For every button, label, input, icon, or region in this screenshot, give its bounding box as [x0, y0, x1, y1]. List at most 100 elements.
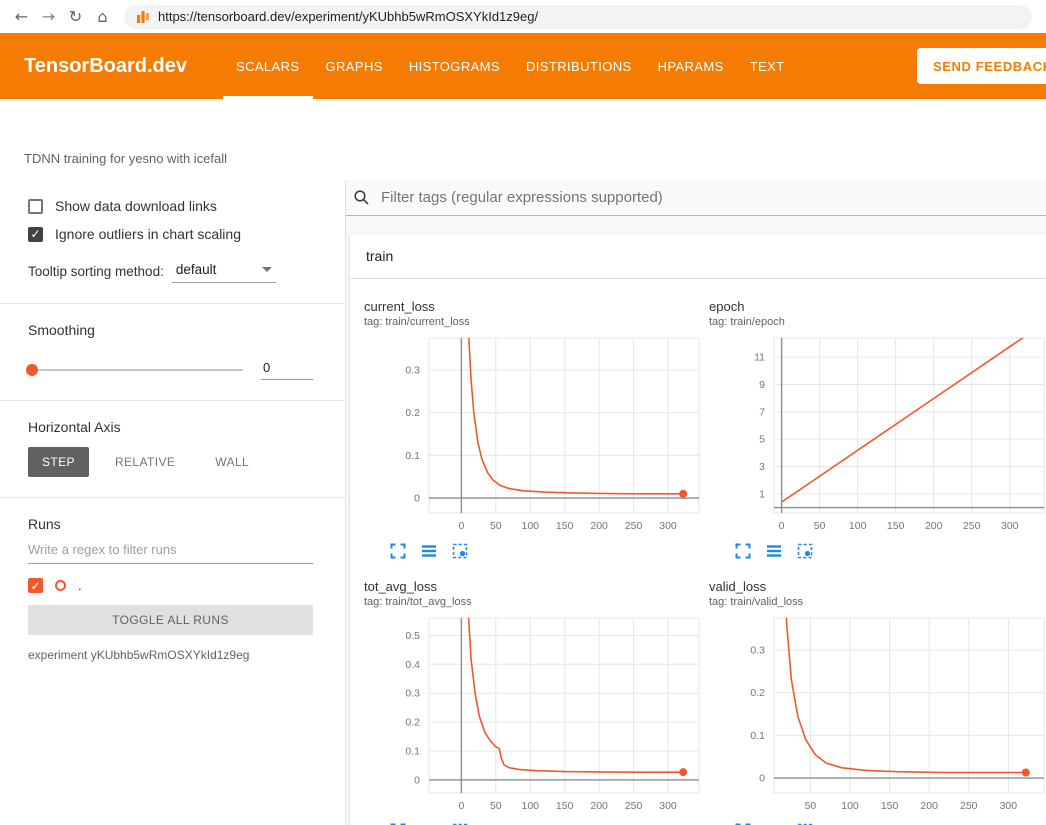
svg-text:100: 100 [849, 520, 867, 532]
run-row[interactable]: ✓ . [28, 578, 313, 593]
expand-chart-icon[interactable] [390, 543, 406, 559]
send-feedback-button[interactable]: SEND FEEDBACK [917, 48, 1046, 84]
svg-text:150: 150 [881, 800, 899, 812]
svg-text:250: 250 [963, 520, 981, 532]
chart-card-tot-avg-loss: tot_avg_loss tag: train/tot_avg_loss 00.… [364, 579, 709, 825]
tab-graphs[interactable]: GRAPHS [313, 33, 396, 99]
svg-text:0.1: 0.1 [750, 730, 765, 742]
runs-label: Runs [28, 516, 313, 532]
svg-text:0.3: 0.3 [405, 688, 420, 700]
checkbox-icon [28, 199, 43, 214]
checkbox-checked-icon: ✓ [28, 227, 43, 242]
run-name: . [78, 578, 82, 593]
axis-wall-button[interactable]: WALL [201, 447, 263, 477]
chart-card-valid-loss: valid_loss tag: train/valid_loss 00.10.2… [709, 579, 1046, 825]
svg-text:0.3: 0.3 [750, 645, 765, 657]
fit-domain-icon[interactable] [797, 543, 813, 559]
home-icon[interactable]: ⌂ [89, 7, 116, 26]
svg-text:200: 200 [590, 800, 608, 812]
svg-text:300: 300 [1000, 800, 1018, 812]
chart-title: current_loss [364, 299, 709, 314]
svg-text:150: 150 [556, 800, 574, 812]
svg-text:0.3: 0.3 [405, 365, 420, 377]
svg-text:0.1: 0.1 [405, 450, 420, 462]
svg-text:0: 0 [458, 800, 464, 812]
svg-text:300: 300 [1001, 520, 1019, 532]
svg-text:11: 11 [754, 352, 765, 364]
svg-text:100: 100 [841, 800, 859, 812]
tab-histograms[interactable]: HISTOGRAMS [396, 33, 513, 99]
app-title: TensorBoard.dev [24, 55, 187, 78]
experiment-id: experiment yKUbhb5wRmOSXYkId1z9eg [28, 648, 313, 662]
axis-relative-button[interactable]: RELATIVE [101, 447, 189, 477]
svg-text:300: 300 [659, 800, 677, 812]
svg-text:150: 150 [556, 520, 574, 532]
show-download-links-checkbox[interactable]: Show data download links [28, 198, 313, 214]
svg-text:0.2: 0.2 [405, 407, 420, 419]
chart-title: valid_loss [709, 579, 1046, 594]
tag-group-header[interactable]: train [350, 234, 1046, 279]
tooltip-sorting-label: Tooltip sorting method: [28, 264, 164, 279]
ignore-outliers-checkbox[interactable]: ✓ Ignore outliers in chart scaling [28, 226, 313, 242]
smoothing-slider[interactable] [28, 369, 243, 371]
main-nav: SCALARS GRAPHS HISTOGRAMS DISTRIBUTIONS … [223, 33, 798, 99]
run-checkbox-icon: ✓ [28, 578, 43, 593]
svg-text:0: 0 [458, 520, 464, 532]
tooltip-sorting-select[interactable]: default [172, 260, 276, 283]
svg-text:0.1: 0.1 [405, 746, 420, 758]
svg-text:100: 100 [521, 520, 539, 532]
address-bar[interactable]: https://tensorboard.dev/experiment/yKUbh… [124, 5, 1032, 29]
experiment-description: TDNN training for yesno with icefall [0, 99, 1046, 180]
settings-sidebar: Show data download links ✓ Ignore outlie… [0, 180, 346, 825]
chart-title: tot_avg_loss [364, 579, 709, 594]
tensorboard-favicon [136, 10, 150, 24]
search-icon [353, 189, 370, 206]
svg-text:100: 100 [521, 800, 539, 812]
tag-group-card: train current_loss tag: train/current_lo… [350, 234, 1046, 825]
svg-text:0.5: 0.5 [405, 630, 420, 642]
chart-canvas[interactable]: 00.10.20.30.40.5050100150200250300 [364, 612, 701, 817]
svg-text:250: 250 [960, 800, 978, 812]
chart-canvas[interactable]: 1357911050100150200250300 [709, 332, 1046, 537]
run-color-swatch-icon [55, 580, 66, 591]
log-scale-toggle-icon[interactable] [766, 543, 782, 559]
expand-chart-icon[interactable] [735, 543, 751, 559]
chart-canvas[interactable]: 00.10.20.350100150200250300 [709, 612, 1046, 817]
svg-text:0: 0 [414, 493, 420, 505]
svg-text:0: 0 [779, 520, 785, 532]
smoothing-slider-thumb[interactable] [26, 364, 38, 376]
svg-text:5: 5 [759, 434, 765, 446]
svg-text:0.2: 0.2 [405, 717, 420, 729]
svg-text:7: 7 [759, 406, 765, 418]
fit-domain-icon[interactable] [452, 543, 468, 559]
svg-text:0: 0 [759, 773, 765, 785]
svg-text:1: 1 [759, 488, 765, 500]
runs-filter-input[interactable] [28, 532, 313, 564]
chart-tag: tag: train/epoch [709, 316, 1046, 328]
tab-scalars[interactable]: SCALARS [223, 33, 313, 99]
svg-text:200: 200 [920, 800, 938, 812]
svg-text:50: 50 [490, 800, 502, 812]
svg-text:0.2: 0.2 [750, 687, 765, 699]
reload-icon[interactable]: ↻ [62, 7, 89, 26]
tab-distributions[interactable]: DISTRIBUTIONS [513, 33, 645, 99]
tab-hparams[interactable]: HPARAMS [645, 33, 737, 99]
smoothing-value-field[interactable]: 0 [261, 360, 313, 380]
filter-tags-input[interactable] [379, 188, 1046, 207]
svg-text:0.4: 0.4 [405, 659, 420, 671]
log-scale-toggle-icon[interactable] [421, 543, 437, 559]
tab-text[interactable]: TEXT [737, 33, 798, 99]
forward-icon[interactable]: → [35, 7, 62, 26]
toggle-all-runs-button[interactable]: TOGGLE ALL RUNS [28, 605, 313, 635]
browser-chrome: ← → ↻ ⌂ https://tensorboard.dev/experime… [0, 0, 1046, 33]
svg-text:150: 150 [887, 520, 905, 532]
app-header: TensorBoard.dev SCALARS GRAPHS HISTOGRAM… [0, 33, 1046, 99]
back-icon[interactable]: ← [8, 7, 35, 26]
url-text: https://tensorboard.dev/experiment/yKUbh… [158, 9, 538, 24]
svg-text:300: 300 [659, 520, 677, 532]
svg-text:250: 250 [625, 800, 643, 812]
chevron-down-icon [262, 267, 272, 272]
chart-canvas[interactable]: 00.10.20.3050100150200250300 [364, 332, 701, 537]
axis-step-button[interactable]: STEP [28, 447, 89, 477]
svg-text:250: 250 [625, 520, 643, 532]
